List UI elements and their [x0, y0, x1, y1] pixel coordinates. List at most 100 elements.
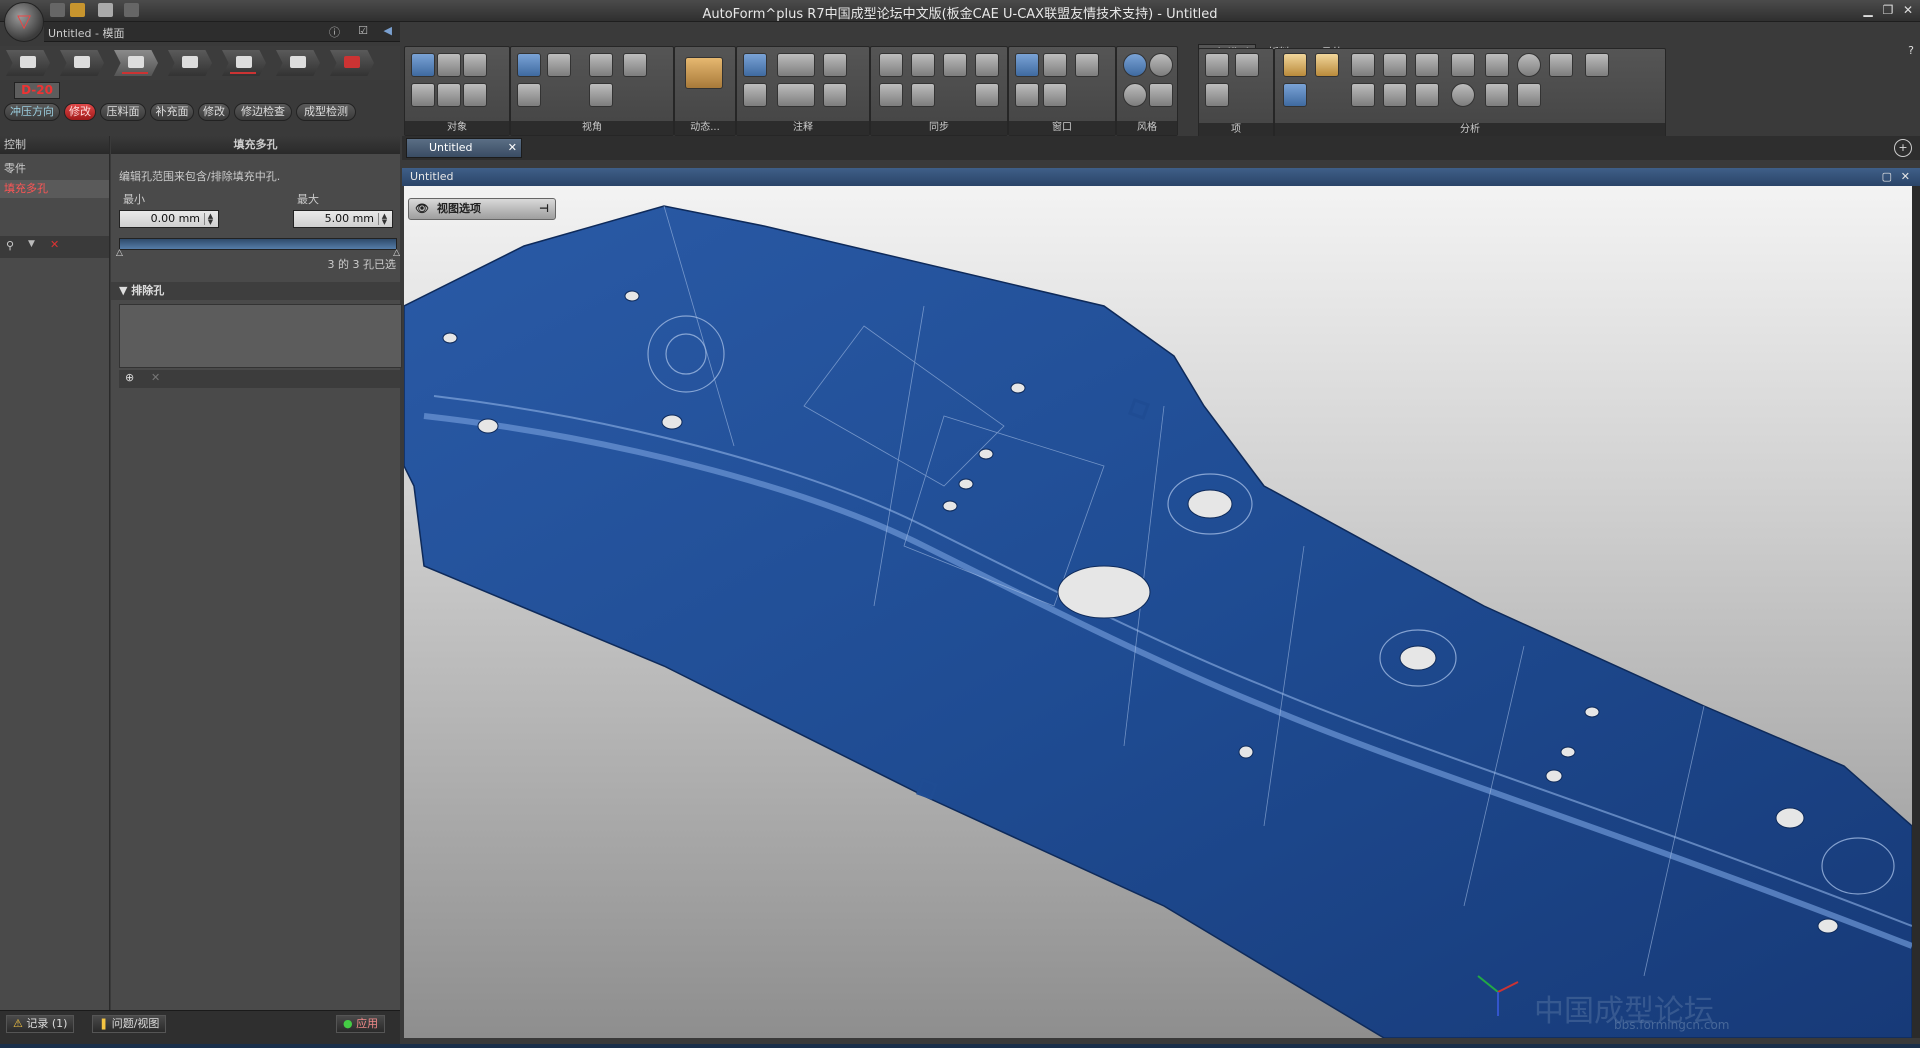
collapse-icon[interactable]: ◀: [384, 24, 392, 37]
analysis-ellipse-icon[interactable]: [1451, 83, 1475, 107]
object-select-icon[interactable]: [411, 53, 435, 77]
object-surface-icon[interactable]: [411, 83, 435, 107]
apply-button[interactable]: ● 应用: [336, 1015, 386, 1033]
analysis-envelope-icon[interactable]: [1383, 83, 1407, 107]
analysis-plane-2-icon[interactable]: [1351, 83, 1375, 107]
help-icon[interactable]: ?: [1908, 44, 1914, 57]
window-grid-icon[interactable]: [1043, 83, 1067, 107]
max-size-input[interactable]: 5.00 mm ▲ ▼: [293, 210, 393, 228]
control-item-fill-holes[interactable]: 填充多孔: [0, 180, 109, 198]
stage-press-icon[interactable]: [222, 50, 266, 76]
view-fit-icon[interactable]: [589, 53, 613, 77]
object-page-icon[interactable]: [463, 53, 487, 77]
addendum-button[interactable]: 补充面: [150, 103, 194, 121]
modify-2-button[interactable]: 修改: [198, 103, 230, 121]
analysis-thermometer-icon[interactable]: [1517, 83, 1541, 107]
sync-clock-icon[interactable]: [879, 83, 903, 107]
max-spinner-icon[interactable]: ▲ ▼: [378, 213, 390, 226]
view-zoom-icon[interactable]: [517, 83, 541, 107]
close-view-icon[interactable]: ✕: [1901, 168, 1910, 186]
stage-part-icon[interactable]: [6, 50, 50, 76]
maximize-view-icon[interactable]: ▢: [1882, 168, 1892, 186]
analysis-layer-icon[interactable]: [1485, 53, 1509, 77]
exclude-holes-header[interactable]: ▼ 排除孔: [111, 282, 400, 300]
analysis-draw-icon[interactable]: [1451, 53, 1475, 77]
add-item-icon[interactable]: ⚲: [6, 239, 14, 252]
analysis-surface-icon[interactable]: [1283, 53, 1307, 77]
document-tab-close-icon[interactable]: ✕: [508, 139, 517, 157]
remove-hole-icon[interactable]: ✕: [151, 371, 160, 384]
document-tab[interactable]: Untitled ✕: [406, 138, 522, 158]
dropdown-icon[interactable]: ▼: [28, 239, 35, 249]
style-background-icon[interactable]: [1149, 83, 1173, 107]
view-options-button[interactable]: 👁 视图选项 ⊣: [408, 198, 556, 220]
style-shaded-icon[interactable]: [1123, 53, 1147, 77]
item-flip-icon[interactable]: [1235, 53, 1259, 77]
3d-viewport[interactable]: 👁 视图选项 ⊣ 中国成型论坛 bbs.formingcn.com: [404, 186, 1912, 1038]
close-button[interactable]: ✕: [1900, 3, 1916, 17]
redo-icon[interactable]: [98, 3, 113, 17]
style-mesh-icon[interactable]: [1123, 83, 1147, 107]
sync-list-icon[interactable]: [943, 53, 967, 77]
window-cascade-icon[interactable]: [1075, 53, 1099, 77]
annotation-probe-2-icon[interactable]: [823, 83, 847, 107]
view-drag-icon[interactable]: [547, 53, 571, 77]
stage-monitor-icon[interactable]: [276, 50, 320, 76]
window-single-icon[interactable]: [1015, 53, 1039, 77]
view-zoom-box-icon[interactable]: [589, 83, 613, 107]
analysis-axis-icon[interactable]: [1415, 53, 1439, 77]
analysis-tool-icon[interactable]: [1585, 53, 1609, 77]
min-spinner-icon[interactable]: ▲ ▼: [204, 213, 216, 226]
object-surface-3-icon[interactable]: [463, 83, 487, 107]
formability-check-button[interactable]: 成型检测: [296, 103, 356, 121]
view-select-icon[interactable]: [517, 53, 541, 77]
sync-unlink-icon[interactable]: [975, 83, 999, 107]
part-model[interactable]: [404, 186, 1912, 1038]
restore-button[interactable]: ❐: [1880, 3, 1896, 17]
object-surface-2-icon[interactable]: [437, 83, 461, 107]
exclude-holes-list[interactable]: [119, 304, 402, 368]
style-wireframe-icon[interactable]: [1149, 53, 1173, 77]
item-page-icon[interactable]: [1205, 53, 1229, 77]
view-camera-icon[interactable]: [623, 53, 647, 77]
sync-shape-icon[interactable]: [911, 83, 935, 107]
analysis-normal-icon[interactable]: [1383, 53, 1407, 77]
analysis-sphere-icon[interactable]: [1517, 53, 1541, 77]
issues-view-button[interactable]: ❚ 问题/视图: [92, 1015, 167, 1033]
control-item-part[interactable]: 零件: [0, 160, 109, 178]
stage-run-icon[interactable]: [330, 50, 374, 76]
stage-die-face-icon[interactable]: [114, 50, 158, 76]
stage-blank-icon[interactable]: [168, 50, 212, 76]
annotation-label-icon[interactable]: [743, 83, 767, 107]
save-icon[interactable]: [50, 3, 65, 17]
analysis-curve-icon[interactable]: [1485, 83, 1509, 107]
annotation-color-icon[interactable]: [777, 53, 815, 77]
dynamic-section-icon[interactable]: [685, 57, 723, 89]
undo-icon[interactable]: [70, 3, 85, 17]
log-button[interactable]: ⚠ 记录 (1): [6, 1015, 75, 1033]
window-horizontal-icon[interactable]: [1015, 83, 1039, 107]
analysis-measure-icon[interactable]: [1415, 83, 1439, 107]
annotation-probe-icon[interactable]: [823, 53, 847, 77]
binder-button[interactable]: 压料面: [100, 103, 146, 121]
slider-min-handle[interactable]: △: [116, 248, 123, 258]
analysis-surface-2-icon[interactable]: [1315, 53, 1339, 77]
analysis-section-icon[interactable]: [1549, 53, 1573, 77]
annotation-pointer-icon[interactable]: [743, 53, 767, 77]
trim-check-button[interactable]: 修边检查: [234, 103, 292, 121]
analysis-selected-surface-icon[interactable]: [1283, 83, 1307, 107]
minimize-button[interactable]: ▁: [1860, 3, 1876, 17]
sync-camera-icon[interactable]: [879, 53, 903, 77]
app-logo-icon[interactable]: [4, 2, 44, 42]
stage-settings-icon[interactable]: [60, 50, 104, 76]
analysis-plane-icon[interactable]: [1351, 53, 1375, 77]
modify-button[interactable]: 修改: [64, 103, 96, 121]
hole-size-slider[interactable]: △ △: [116, 238, 400, 258]
min-size-input[interactable]: 0.00 mm ▲ ▼: [119, 210, 219, 228]
annotation-value-icon[interactable]: [777, 83, 815, 107]
sync-label-icon[interactable]: [911, 53, 935, 77]
object-shape-icon[interactable]: [437, 53, 461, 77]
print-icon[interactable]: [124, 3, 139, 17]
add-hole-icon[interactable]: ⊕: [125, 371, 134, 384]
sync-link-icon[interactable]: [975, 53, 999, 77]
